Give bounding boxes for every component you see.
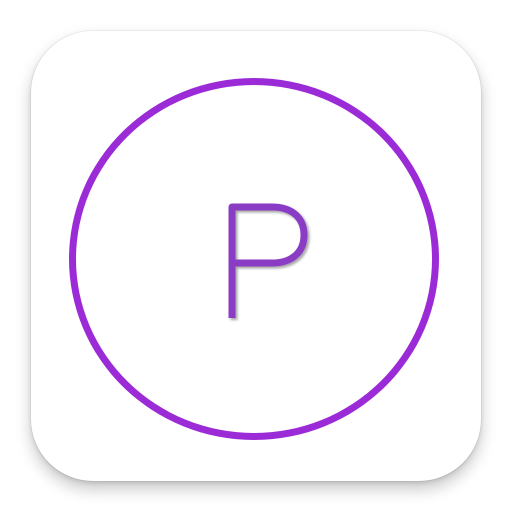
letter-p-stroke [228,203,308,318]
letter-p-mark [228,203,308,318]
letter-p-logo [224,200,314,320]
